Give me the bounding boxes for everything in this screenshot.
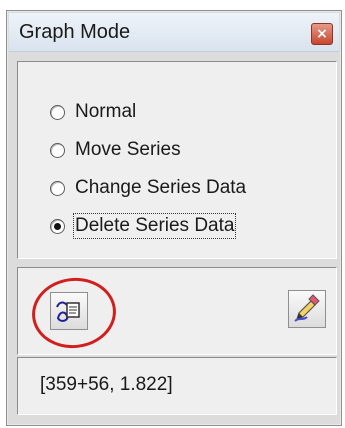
- mode-options-panel: Normal Move Series Change Series Data De…: [17, 61, 337, 259]
- radio-button-selected[interactable]: [50, 218, 65, 234]
- title-bar: Graph Mode ×: [9, 13, 339, 52]
- radio-delete-series-data[interactable]: Delete Series Data: [50, 212, 237, 240]
- status-panel: [359+56, 1.822]: [17, 357, 337, 415]
- data-edit-tool-button[interactable]: [50, 292, 88, 330]
- radio-label-normal: Normal: [75, 101, 137, 122]
- radio-button[interactable]: [50, 180, 65, 196]
- radio-label-move-series: Move Series: [75, 139, 181, 160]
- coordinate-readout: [359+56, 1.822]: [40, 374, 173, 395]
- radio-label-delete-series-data: Delete Series Data: [72, 213, 237, 239]
- tools-panel: [17, 267, 337, 355]
- close-button[interactable]: ×: [311, 23, 333, 45]
- radio-change-series-data[interactable]: Change Series Data: [50, 174, 246, 202]
- graph-mode-window: Graph Mode × Normal Move Series Change S…: [6, 10, 342, 426]
- radio-button[interactable]: [50, 104, 65, 120]
- data-edit-icon: [56, 301, 80, 322]
- radio-button[interactable]: [50, 142, 65, 158]
- radio-label-change-series-data: Change Series Data: [75, 177, 247, 198]
- eraser-tool-button[interactable]: [288, 290, 326, 328]
- radio-move-series[interactable]: Move Series: [50, 136, 181, 164]
- close-icon: ×: [316, 26, 328, 42]
- eraser-pencil-icon: [294, 294, 320, 322]
- window-title: Graph Mode: [19, 21, 131, 43]
- radio-normal[interactable]: Normal: [50, 98, 136, 126]
